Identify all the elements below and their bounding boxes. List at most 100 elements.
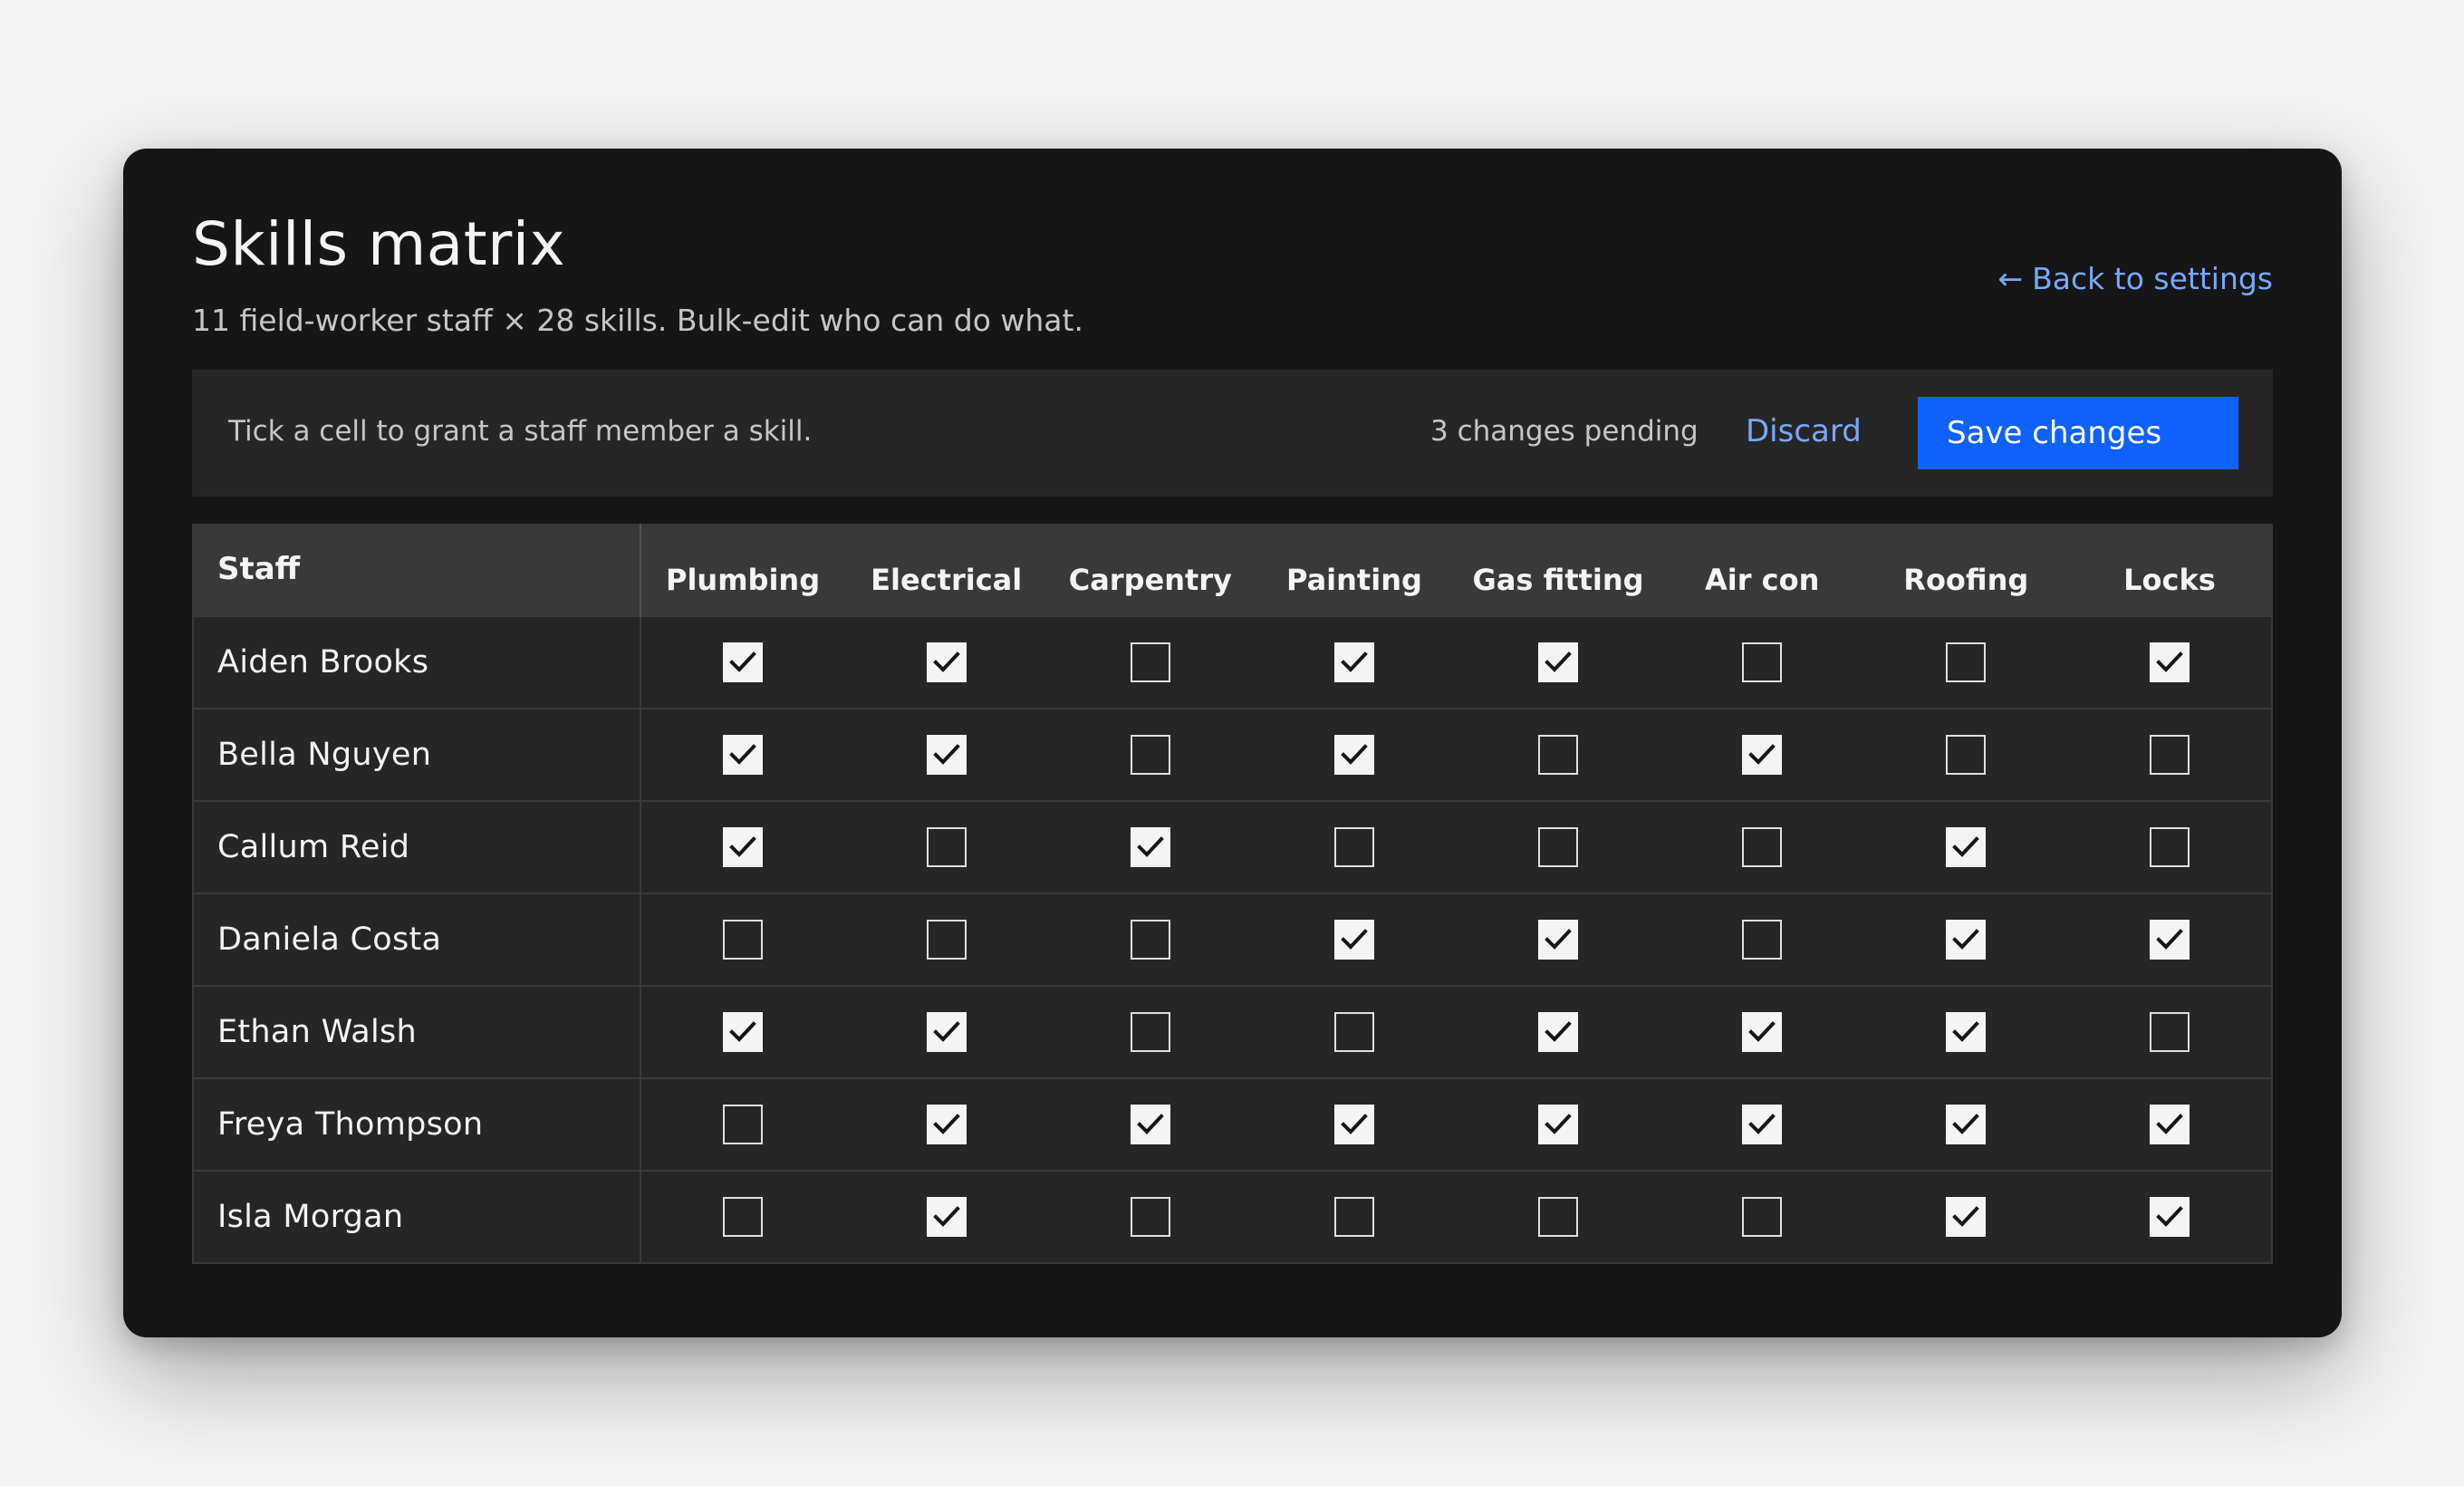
- skill-cell: [1252, 801, 1456, 893]
- skill-checkbox[interactable]: [1538, 1012, 1579, 1052]
- skill-checkbox[interactable]: [1333, 735, 1374, 775]
- skill-checkbox[interactable]: [926, 1012, 967, 1052]
- skill-checkbox[interactable]: [926, 735, 967, 775]
- skill-checkbox[interactable]: [1130, 1012, 1170, 1052]
- table-row: Isla Morgan: [193, 1171, 2272, 1263]
- save-changes-button[interactable]: Save changes: [1918, 397, 2238, 469]
- skill-cell: [1048, 616, 1252, 709]
- skill-checkbox[interactable]: [1333, 827, 1374, 867]
- skill-checkbox[interactable]: [1946, 1105, 1987, 1144]
- table-row: Daniela Costa: [193, 893, 2272, 986]
- skill-checkbox[interactable]: [1538, 1105, 1579, 1144]
- skill-cell: [1457, 893, 1660, 986]
- skill-checkbox[interactable]: [926, 1197, 967, 1237]
- skill-checkbox[interactable]: [1742, 735, 1783, 775]
- skill-checkbox[interactable]: [926, 827, 967, 867]
- skill-cell: [1660, 986, 1864, 1078]
- skill-checkbox[interactable]: [1333, 1197, 1374, 1237]
- checkmark-icon: [2156, 1114, 2183, 1134]
- skill-checkbox[interactable]: [1742, 1012, 1783, 1052]
- skill-checkbox[interactable]: [1742, 920, 1783, 960]
- skill-cell: [2068, 616, 2272, 709]
- skill-checkbox[interactable]: [1333, 642, 1374, 682]
- discard-button[interactable]: Discard: [1746, 413, 1862, 450]
- page-header: Skills matrix 11 field-worker staff × 28…: [192, 208, 2273, 353]
- table-header-row: Staff Plumbing Electrical Carpentry Pain…: [193, 525, 2272, 616]
- skill-checkbox[interactable]: [723, 920, 764, 960]
- checkmark-icon: [1748, 744, 1776, 765]
- skill-checkbox[interactable]: [926, 642, 967, 682]
- skill-checkbox[interactable]: [1946, 827, 1987, 867]
- skill-column-header: Locks: [2123, 563, 2216, 597]
- skill-checkbox[interactable]: [1130, 827, 1170, 867]
- skill-cell: [640, 1078, 844, 1171]
- skill-checkbox[interactable]: [1333, 920, 1374, 960]
- skill-checkbox[interactable]: [1538, 642, 1579, 682]
- checkmark-icon: [932, 1114, 960, 1134]
- skill-checkbox[interactable]: [723, 1105, 764, 1144]
- skill-checkbox[interactable]: [2149, 1197, 2190, 1237]
- staff-column-header: Staff: [193, 525, 641, 616]
- checkmark-icon: [2156, 929, 2183, 950]
- skill-checkbox[interactable]: [1946, 1012, 1987, 1052]
- skill-cell: [2068, 709, 2272, 801]
- skill-checkbox[interactable]: [1946, 1197, 1987, 1237]
- skill-checkbox[interactable]: [1538, 827, 1579, 867]
- skill-checkbox[interactable]: [1742, 827, 1783, 867]
- skill-checkbox[interactable]: [1333, 1012, 1374, 1052]
- skill-checkbox[interactable]: [2149, 1012, 2190, 1052]
- skill-checkbox[interactable]: [1130, 735, 1170, 775]
- skill-checkbox[interactable]: [723, 735, 764, 775]
- skill-checkbox[interactable]: [926, 1105, 967, 1144]
- skill-cell: [2068, 1078, 2272, 1171]
- skill-cell: [2068, 1171, 2272, 1263]
- skill-checkbox[interactable]: [2149, 1105, 2190, 1144]
- skill-checkbox[interactable]: [1130, 920, 1170, 960]
- skill-checkbox[interactable]: [2149, 642, 2190, 682]
- skill-checkbox[interactable]: [723, 642, 764, 682]
- skill-checkbox[interactable]: [723, 1197, 764, 1237]
- skill-checkbox[interactable]: [723, 827, 764, 867]
- skills-matrix-window: Skills matrix 11 field-worker staff × 28…: [123, 149, 2342, 1337]
- checkmark-icon: [1952, 836, 1980, 857]
- skill-checkbox[interactable]: [926, 920, 967, 960]
- skill-checkbox[interactable]: [1742, 1105, 1783, 1144]
- skill-checkbox[interactable]: [1130, 1197, 1170, 1237]
- skill-checkbox[interactable]: [2149, 920, 2190, 960]
- back-link-label: Back to settings: [2032, 261, 2273, 296]
- checkmark-icon: [932, 651, 960, 672]
- skill-checkbox[interactable]: [1946, 920, 1987, 960]
- skill-checkbox[interactable]: [2149, 827, 2190, 867]
- skill-cell: [1252, 1171, 1456, 1263]
- checkmark-icon: [932, 744, 960, 765]
- staff-name: Callum Reid: [193, 801, 641, 893]
- skill-checkbox[interactable]: [1333, 1105, 1374, 1144]
- skill-checkbox[interactable]: [1130, 642, 1170, 682]
- skill-cell: [640, 801, 844, 893]
- checkmark-icon: [1748, 1114, 1776, 1134]
- skill-cell: [1252, 1078, 1456, 1171]
- skill-checkbox[interactable]: [1538, 735, 1579, 775]
- skill-checkbox[interactable]: [1946, 735, 1987, 775]
- skill-cell: [2068, 801, 2272, 893]
- skill-cell: [640, 709, 844, 801]
- skill-checkbox[interactable]: [1742, 642, 1783, 682]
- skill-checkbox[interactable]: [723, 1012, 764, 1052]
- checkmark-icon: [932, 1206, 960, 1227]
- skill-cell: [1048, 1171, 1252, 1263]
- staff-name: Freya Thompson: [193, 1078, 641, 1171]
- back-to-settings-link[interactable]: ← Back to settings: [1998, 261, 2273, 297]
- checkmark-icon: [2156, 651, 2183, 672]
- checkmark-icon: [1952, 1114, 1980, 1134]
- page-title: Skills matrix: [192, 209, 566, 279]
- skill-cell: [1457, 986, 1660, 1078]
- checkmark-icon: [1341, 929, 1368, 950]
- skill-checkbox[interactable]: [1538, 920, 1579, 960]
- skill-checkbox[interactable]: [1538, 1197, 1579, 1237]
- matrix-body: Aiden Brooks Bella Nguyen Callum Reid Danie…: [193, 616, 2272, 1263]
- skill-checkbox[interactable]: [1946, 642, 1987, 682]
- skill-checkbox[interactable]: [1742, 1197, 1783, 1237]
- skill-checkbox[interactable]: [1130, 1105, 1170, 1144]
- skill-checkbox[interactable]: [2149, 735, 2190, 775]
- skill-cell: [1457, 1171, 1660, 1263]
